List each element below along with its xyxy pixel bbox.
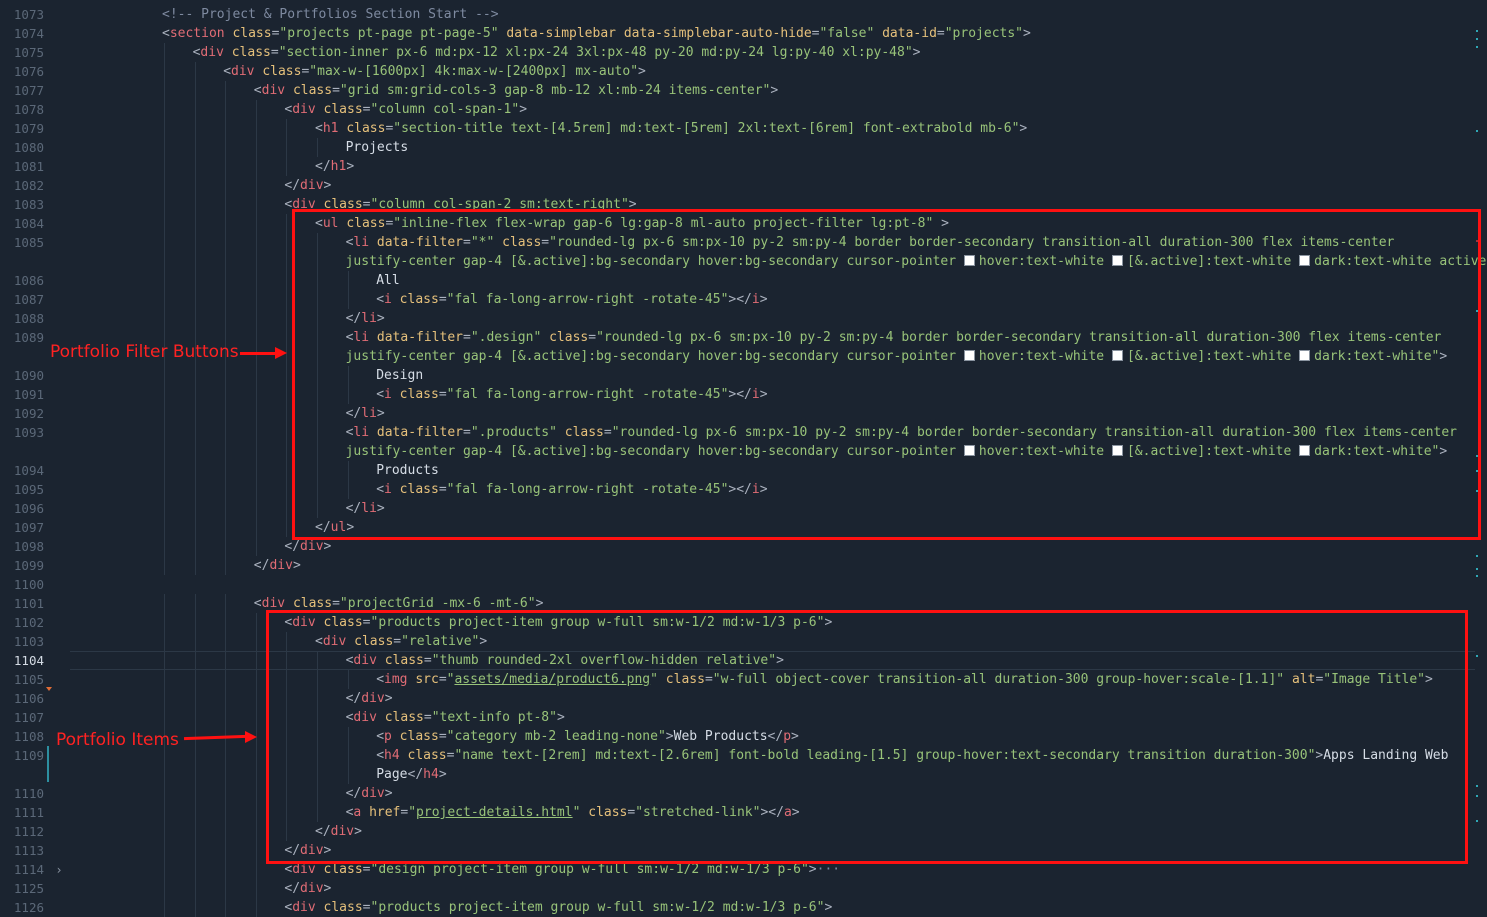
line-number: 1077: [13, 83, 44, 98]
code-line[interactable]: 1073 <!-- Project & Portfolios Section St…: [0, 5, 1475, 24]
code-line[interactable]: 1076 <div class="max-w-[1600px] 4k:max-w-…: [0, 62, 1475, 81]
code-line[interactable]: 1077 <div class="grid sm:grid-cols-3 gap-…: [0, 81, 1475, 100]
filter-buttons-highlight-box: [292, 209, 1481, 540]
code-text[interactable]: <div class="max-w-[1600px] 4k:max-w-[240…: [223, 62, 646, 81]
code-line[interactable]: 1075 <div class="section-inner px-6 md:px…: [0, 43, 1475, 62]
line-number: 1078: [13, 102, 44, 117]
code-text[interactable]: <div class="grid sm:grid-cols-3 gap-8 mb…: [254, 81, 778, 100]
line-number: 1103: [13, 634, 44, 649]
line-number: 1102: [13, 615, 44, 630]
code-text[interactable]: <h1 class="section-title text-[4.5rem] m…: [315, 119, 1027, 138]
code-text[interactable]: </h1>: [315, 157, 354, 176]
line-number: 1105: [13, 672, 44, 687]
ruler-mark: [1476, 655, 1478, 657]
line-number: 1090: [13, 368, 44, 383]
line-number: [0, 252, 44, 271]
line-number: 1081: [13, 159, 44, 174]
code-editor[interactable]: 1073 <!-- Project & Portfolios Section St…: [0, 0, 1487, 917]
line-number: 1076: [13, 64, 44, 79]
line-number: 1087: [13, 292, 44, 307]
code-line[interactable]: 1082 </div>: [0, 176, 1475, 195]
line-number: 1104: [13, 653, 44, 668]
ruler-mark: [1476, 575, 1478, 577]
line-number: 1075: [13, 45, 44, 60]
ruler-mark: [1476, 30, 1478, 32]
code-line[interactable]: 1100: [0, 575, 1475, 594]
code-text[interactable]: <!-- Project & Portfolios Section Start …: [162, 5, 499, 24]
code-line[interactable]: 1074 <section class="projects pt-page pt-…: [0, 24, 1475, 43]
line-number: 1074: [13, 26, 44, 41]
code-line[interactable]: 1126 <div class="products project-item gr…: [0, 898, 1475, 917]
line-number: 1114: [13, 862, 44, 877]
line-number: 1107: [13, 710, 44, 725]
ruler-mark: [1476, 46, 1478, 48]
line-number: 1088: [13, 311, 44, 326]
line-number: 1079: [13, 121, 44, 136]
line-number: 1073: [13, 7, 44, 22]
filter-buttons-arrow: [240, 352, 276, 355]
portfolio-items-annotation: Portfolio Items: [56, 730, 179, 750]
ruler-mark: [1476, 38, 1478, 40]
line-number: 1111: [13, 805, 44, 820]
ruler-mark: [1476, 785, 1478, 787]
ruler-mark: [1476, 795, 1478, 797]
ruler-mark: [1476, 130, 1478, 132]
line-number: 1109: [13, 748, 44, 763]
line-number: 1096: [13, 501, 44, 516]
git-change-marker: [47, 746, 49, 782]
ruler-mark: [1476, 568, 1478, 570]
line-number: 1106: [13, 691, 44, 706]
code-text[interactable]: </div>: [284, 176, 331, 195]
line-number: 1113: [13, 843, 44, 858]
code-line[interactable]: 1099 </div>: [0, 556, 1475, 575]
fold-marker-icon: [46, 687, 52, 691]
code-text[interactable]: </div>: [254, 556, 301, 575]
arrow-right-icon: [275, 347, 287, 359]
line-number: 1108: [13, 729, 44, 744]
line-number: 1080: [13, 140, 44, 155]
line-number: [0, 765, 44, 784]
line-number: 1097: [13, 520, 44, 535]
arrow-right-icon: [245, 731, 257, 743]
line-number: 1092: [13, 406, 44, 421]
line-number: 1112: [13, 824, 44, 839]
code-text[interactable]: <div class="column col-span-1">: [284, 100, 527, 119]
line-number: 1091: [13, 387, 44, 402]
line-number: 1085: [13, 235, 44, 250]
line-number: 1089: [13, 330, 44, 345]
code-text[interactable]: Projects: [346, 138, 409, 157]
code-text[interactable]: <div class="products project-item group …: [284, 898, 832, 917]
code-text[interactable]: <div class="section-inner px-6 md:px-12 …: [193, 43, 921, 62]
line-number: 1086: [13, 273, 44, 288]
code-line[interactable]: 1125 </div>: [0, 879, 1475, 898]
line-number: 1095: [13, 482, 44, 497]
code-line[interactable]: 1081 </h1>: [0, 157, 1475, 176]
filter-buttons-annotation: Portfolio Filter Buttons: [50, 342, 239, 362]
line-number: [0, 347, 44, 366]
line-number: 1101: [13, 596, 44, 611]
code-line[interactable]: 1078 <div class="column col-span-1">: [0, 100, 1475, 119]
line-number: 1099: [13, 558, 44, 573]
portfolio-items-highlight-box: [266, 610, 1468, 864]
code-line[interactable]: 1080 Projects: [0, 138, 1475, 157]
line-number: 1100: [13, 577, 44, 592]
chevron-right-icon[interactable]: ›: [53, 861, 65, 880]
line-number: 1126: [13, 900, 44, 915]
code-line[interactable]: 1079 <h1 class="section-title text-[4.5re…: [0, 119, 1475, 138]
line-number: 1083: [13, 197, 44, 212]
line-number: 1098: [13, 539, 44, 554]
line-number: 1125: [13, 881, 44, 896]
line-number: 1094: [13, 463, 44, 478]
line-number: 1093: [13, 425, 44, 440]
code-text[interactable]: <section class="projects pt-page pt-page…: [162, 24, 1031, 43]
ruler-mark: [1476, 555, 1478, 557]
line-number: 1084: [13, 216, 44, 231]
line-number: 1110: [13, 786, 44, 801]
line-number: 1082: [13, 178, 44, 193]
code-text[interactable]: </div>: [284, 879, 331, 898]
line-number: [0, 442, 44, 461]
ruler-mark: [1476, 820, 1478, 822]
